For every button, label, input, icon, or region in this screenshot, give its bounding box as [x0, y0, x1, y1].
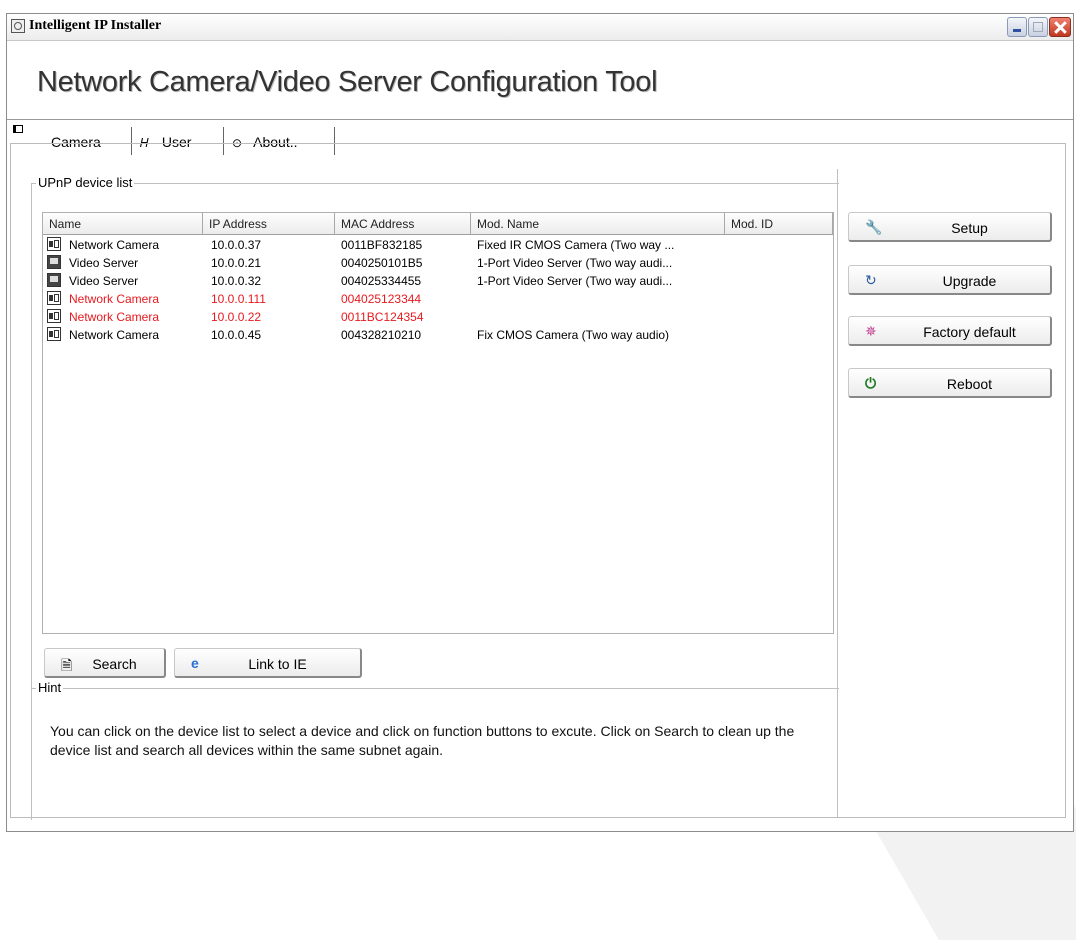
network-camera-icon	[47, 291, 61, 305]
tab-strip-camera-icon	[13, 125, 23, 133]
upgrade-icon: ↻	[865, 272, 877, 288]
device-list-header: Name IP Address MAC Address Mod. Name Mo…	[43, 213, 833, 235]
search-button-label: Search	[92, 656, 137, 672]
cell-mac: 0040250101B5	[341, 256, 423, 270]
column-header-mac[interactable]: MAC Address	[335, 213, 471, 234]
table-row[interactable]: Video Server 10.0.0.32 004025334455 1-Port …	[43, 272, 833, 290]
cell-name: Video Server	[69, 274, 139, 288]
cell-name: Network Camera	[69, 292, 160, 306]
table-row[interactable]: Network Camera 10.0.0.111 004025123344	[43, 290, 833, 308]
title-bar: Intelligent IP Installer	[7, 14, 1073, 41]
cell-name: Network Camera	[69, 238, 160, 252]
cell-model: Fix CMOS Camera (Two way audio)	[477, 328, 670, 342]
link-to-ie-label: Link to IE	[248, 656, 307, 672]
minimize-button[interactable]	[1007, 17, 1027, 37]
cell-name: Network Camera	[69, 328, 160, 342]
network-camera-icon	[47, 237, 61, 251]
hint-group-label: Hint	[36, 680, 64, 695]
cell-name: Video Server	[69, 256, 139, 270]
table-row[interactable]: Video Server 10.0.0.21 0040250101B5 1-Port …	[43, 254, 833, 272]
column-header-name[interactable]: Name	[43, 213, 203, 234]
upgrade-button-label: Upgrade	[942, 273, 997, 289]
column-header-mod-id[interactable]: Mod. ID	[725, 213, 833, 234]
cell-ip: 10.0.0.111	[211, 292, 266, 306]
cell-mac: 0011BC124354	[341, 310, 424, 324]
maximize-button[interactable]	[1028, 17, 1048, 37]
cell-ip: 10.0.0.32	[211, 274, 262, 288]
app-icon	[11, 19, 25, 33]
heading-divider	[7, 119, 1073, 120]
table-row[interactable]: Network Camera 10.0.0.37 0011BF832185 Fixed…	[43, 236, 833, 254]
table-row[interactable]: Network Camera 10.0.0.45 004328210210 Fix C…	[43, 326, 833, 344]
window-title: Intelligent IP Installer	[29, 18, 162, 33]
column-header-ip[interactable]: IP Address	[203, 213, 335, 234]
video-server-icon	[47, 273, 61, 287]
hint-text: You can click on the device list to sele…	[50, 723, 795, 758]
power-icon: ⏻	[865, 375, 877, 391]
network-camera-icon	[47, 309, 61, 323]
side-panel-divider	[837, 169, 838, 817]
cell-model: 1-Port Video Server (Two way audi...	[477, 274, 673, 288]
setup-button-label: Setup	[951, 220, 988, 236]
upnp-group-label: UPnP device list	[36, 175, 135, 190]
factory-default-button[interactable]: ✵ Factory default	[848, 316, 1052, 346]
cell-name: Network Camera	[69, 310, 160, 324]
table-row[interactable]: Network Camera 10.0.0.22 0011BC124354	[43, 308, 833, 326]
device-list[interactable]: Name IP Address MAC Address Mod. Name Mo…	[42, 212, 834, 634]
page-title: Network Camera/Video Server Configuratio…	[37, 66, 658, 98]
spinner-icon: ✵	[865, 323, 877, 339]
cell-ip: 10.0.0.37	[211, 238, 262, 252]
cell-ip: 10.0.0.21	[211, 256, 262, 270]
setup-button[interactable]: 🔧 Setup	[848, 212, 1052, 242]
factory-default-button-label: Factory default	[923, 324, 1016, 340]
cell-model: Fixed IR CMOS Camera (Two way ...	[477, 238, 675, 252]
wrench-icon: 🔧	[865, 219, 883, 235]
reboot-button-label: Reboot	[946, 376, 993, 392]
cell-mac: 004025334455	[341, 274, 422, 288]
upgrade-button[interactable]: ↻ Upgrade	[848, 265, 1052, 295]
cell-mac: 004025123344	[341, 292, 422, 306]
cell-ip: 10.0.0.22	[211, 310, 262, 324]
network-camera-icon	[47, 327, 61, 341]
link-to-ie-button[interactable]: e Link to IE	[174, 648, 362, 678]
close-button[interactable]	[1049, 17, 1071, 37]
reboot-button[interactable]: ⏻ Reboot	[848, 368, 1052, 398]
cell-ip: 10.0.0.45	[211, 328, 262, 342]
column-header-model[interactable]: Mod. Name	[471, 213, 725, 234]
cell-model: 1-Port Video Server (Two way audi...	[477, 256, 673, 270]
video-server-icon	[47, 255, 61, 269]
search-button[interactable]: 🗎 Search	[44, 648, 166, 678]
cell-mac: 004328210210	[341, 328, 422, 342]
cell-mac: 0011BF832185	[341, 238, 423, 252]
